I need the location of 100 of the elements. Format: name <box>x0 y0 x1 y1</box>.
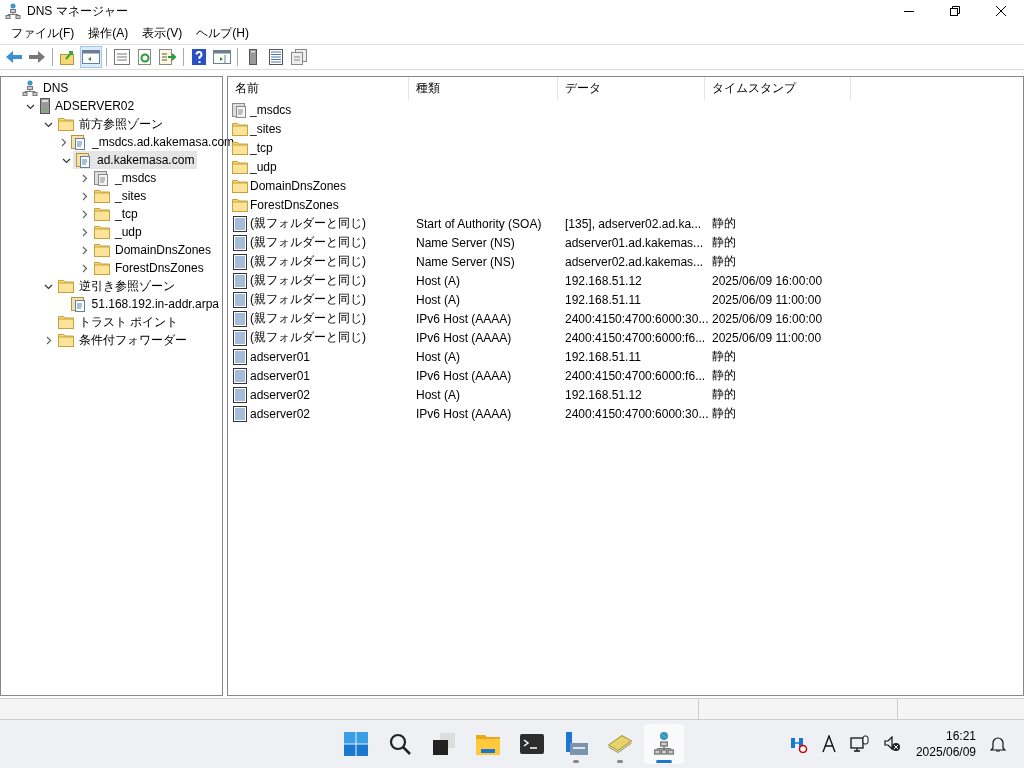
record-icon <box>232 348 248 365</box>
column-header[interactable]: データ <box>558 77 705 100</box>
terminal-icon <box>520 734 544 754</box>
folder-icon <box>232 140 248 155</box>
record-icon <box>232 291 248 308</box>
clock-date[interactable]: 2025/06/09 <box>915 744 976 760</box>
table-cell: _msdcs <box>250 102 292 117</box>
folder-icon <box>232 159 248 174</box>
table-cell: IPv6 Host (AAAA) <box>416 406 512 421</box>
properties-icon <box>114 49 130 65</box>
network-sync-icon[interactable] <box>789 735 808 753</box>
folder-icon <box>94 189 110 203</box>
column-header[interactable]: 名前 <box>228 77 409 100</box>
export-list-icon <box>159 49 177 65</box>
speaker-muted-icon[interactable] <box>883 736 902 752</box>
table-cell: 192.168.51.11 <box>565 349 641 364</box>
tree-item[interactable]: ForestDnsZones <box>91 260 207 276</box>
table-cell: adserver01 <box>250 349 311 364</box>
table-cell: adserver02 <box>250 406 311 421</box>
start-icon <box>344 732 368 756</box>
table-cell: 静的 <box>712 349 736 363</box>
table-cell: [135], adserver02.ad.ka... <box>565 216 702 231</box>
column-header[interactable]: 種類 <box>409 77 558 100</box>
network-globe-icon <box>653 732 675 756</box>
card-stack-icon <box>608 735 632 753</box>
table-cell: (親フォルダーと同じ) <box>250 234 366 251</box>
folder-icon <box>58 279 74 293</box>
record-icon <box>232 310 248 327</box>
table-cell: Start of Authority (SOA) <box>416 216 542 231</box>
tree-item[interactable]: _tcp <box>91 206 141 222</box>
tree-item[interactable]: 51.168.192.in-addr.arpa <box>67 295 222 313</box>
pane-toggle-icon <box>82 49 100 65</box>
table-cell: DomainDnsZones <box>250 178 347 193</box>
record-icon <box>232 234 248 251</box>
tree-item[interactable]: _sites <box>91 188 150 204</box>
notification-bell-icon[interactable] <box>990 735 1006 753</box>
table-cell: Host (A) <box>416 349 460 364</box>
table-cell: adserver01.ad.kakemas... <box>565 235 704 250</box>
table-cell: _sites <box>250 121 282 136</box>
folder-icon <box>94 207 110 221</box>
record-icon <box>232 215 248 232</box>
menu-item[interactable]: 操作(A) <box>81 24 136 42</box>
tree-item[interactable]: 前方参照ゾーン <box>55 114 166 134</box>
toolbar-button[interactable] <box>80 46 102 68</box>
record-icon <box>232 253 248 270</box>
search-icon <box>389 733 411 755</box>
folder-icon <box>58 117 74 131</box>
tree-item[interactable]: 条件付フォワーダー <box>55 330 190 350</box>
zone-file-icon <box>76 152 92 168</box>
zone-file-icon <box>71 134 87 150</box>
zone-file-icon <box>94 170 110 186</box>
table-cell: adserver02 <box>250 387 311 402</box>
toolbar-button[interactable] <box>111 46 133 68</box>
table-cell: 2025/06/09 11:00:00 <box>712 292 822 307</box>
tree-item[interactable]: DomainDnsZones <box>91 242 215 258</box>
table-cell: Host (A) <box>416 273 460 288</box>
list-icon <box>269 49 283 65</box>
folder-icon <box>58 315 74 329</box>
column-header[interactable]: タイムスタンプ <box>705 77 851 100</box>
input-method-icon[interactable] <box>821 735 836 753</box>
restore-icon[interactable] <box>950 6 960 16</box>
tree-item[interactable]: _msdcs.ad.kakemasa.com <box>68 133 238 151</box>
record-icon <box>232 367 248 384</box>
zone-file-icon <box>70 296 87 312</box>
tree-item[interactable]: DNS <box>19 79 72 97</box>
table-cell: 192.168.51.12 <box>565 273 642 288</box>
table-cell: Name Server (NS) <box>416 254 515 269</box>
table-cell: ForestDnsZones <box>250 197 339 212</box>
monitor-icon[interactable] <box>849 735 870 753</box>
tree-item[interactable]: _msdcs <box>91 169 160 187</box>
server-toolbox-icon <box>564 732 588 756</box>
task-view-icon <box>433 733 455 755</box>
table-cell: IPv6 Host (AAAA) <box>416 311 512 326</box>
table-cell: (親フォルダーと同じ) <box>250 329 366 346</box>
folder-icon <box>476 733 500 755</box>
tree-item[interactable]: _udp <box>91 224 145 240</box>
table-cell: (親フォルダーと同じ) <box>250 310 366 327</box>
toolbar-button[interactable] <box>157 46 179 68</box>
table-cell: 静的 <box>712 216 736 230</box>
table-cell: IPv6 Host (AAAA) <box>416 330 512 345</box>
tree-item[interactable]: トラスト ポイント <box>55 312 182 332</box>
clock-time[interactable]: 16:21 <box>945 728 976 744</box>
table-cell: adserver01 <box>250 368 311 383</box>
tree-item[interactable]: ADSERVER02 <box>37 97 138 115</box>
folder-up-icon <box>60 49 76 65</box>
tree-item[interactable]: 逆引き参照ゾーン <box>55 276 178 296</box>
chevron-right-icon[interactable] <box>59 137 68 147</box>
tree-item[interactable]: ad.kakemasa.com <box>73 151 198 169</box>
toolbar-button[interactable] <box>288 46 310 68</box>
menu-item[interactable]: ファイル(F) <box>4 24 82 42</box>
folder-icon <box>58 333 74 347</box>
menu-item[interactable]: 表示(V) <box>135 24 190 42</box>
table-cell: IPv6 Host (AAAA) <box>416 368 512 383</box>
table-cell: Host (A) <box>416 292 460 307</box>
help-icon <box>192 49 206 65</box>
close-icon[interactable] <box>996 6 1006 16</box>
table-cell: adserver02.ad.kakemas... <box>565 254 704 269</box>
menu-item[interactable]: ヘルプ(H) <box>189 24 256 42</box>
refresh-icon <box>137 49 153 65</box>
record-icon <box>232 272 248 289</box>
